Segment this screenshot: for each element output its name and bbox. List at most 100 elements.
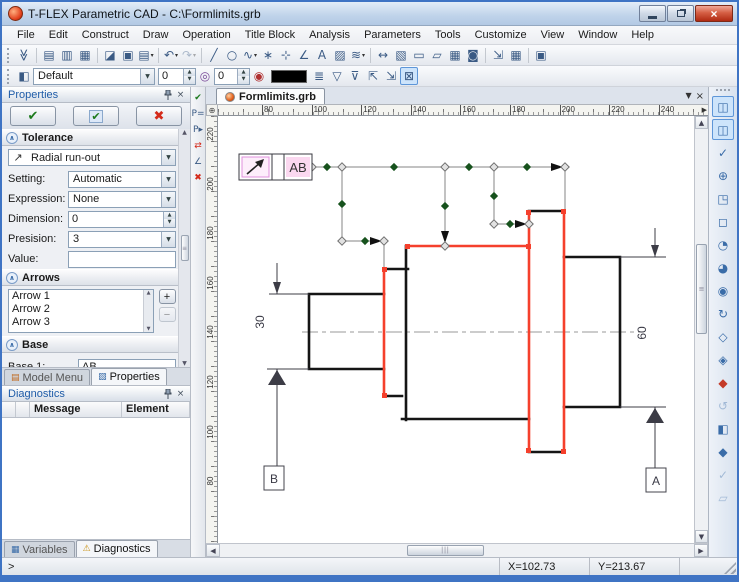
scroll-up-icon[interactable]: ▲ bbox=[695, 116, 708, 129]
dropdown-arrow-icon[interactable]: ▾ bbox=[151, 52, 154, 59]
spin-down-icon[interactable]: ▼ bbox=[238, 76, 249, 84]
color-picker-icon[interactable]: ◉ bbox=[250, 67, 268, 85]
base-section-header[interactable]: ∧Base bbox=[2, 336, 190, 353]
scroll-left-icon[interactable]: ◀ bbox=[206, 544, 220, 557]
arrows-list-scrollbar[interactable]: ▲▼ bbox=[143, 290, 153, 332]
node-markers[interactable] bbox=[324, 164, 531, 245]
chevron-down-icon[interactable]: ▼ bbox=[161, 172, 175, 187]
datum-a[interactable]: A bbox=[646, 408, 666, 492]
dropdown-arrow-icon[interactable]: ▾ bbox=[362, 52, 365, 59]
zoom-window-icon[interactable]: ◳ bbox=[712, 188, 734, 209]
minimize-button[interactable] bbox=[639, 5, 666, 22]
confirm-icon[interactable]: ✔ bbox=[191, 91, 205, 104]
pin-icon[interactable] bbox=[161, 388, 174, 400]
fragment-icon[interactable]: ▱ bbox=[428, 46, 446, 64]
redraw-icon[interactable]: ↻ bbox=[712, 303, 734, 324]
parameters-dialog-icon[interactable]: P= bbox=[191, 107, 205, 120]
menu-title-block[interactable]: Title Block bbox=[238, 27, 302, 43]
dropdown-arrow-icon[interactable]: ▾ bbox=[254, 52, 257, 59]
selection-filter-icon[interactable]: ⊠ bbox=[400, 67, 418, 85]
update-regenerate-icon[interactable]: ◫ bbox=[712, 96, 734, 117]
deselect-icon[interactable]: ⇲ bbox=[382, 67, 400, 85]
spin-down-icon[interactable]: ▼ bbox=[164, 219, 175, 227]
menu-draw[interactable]: Draw bbox=[136, 27, 176, 43]
form-dialog-icon[interactable]: ▣ bbox=[532, 46, 550, 64]
document-tab[interactable]: Formlimits.grb bbox=[216, 88, 325, 104]
pen-level-icon[interactable]: ◎ bbox=[196, 67, 214, 85]
close-document-icon[interactable]: × bbox=[696, 91, 704, 102]
toolbar-grip[interactable] bbox=[7, 69, 12, 84]
dropdown-arrow-icon[interactable]: ▾ bbox=[193, 52, 196, 59]
dimension-60[interactable]: 60 bbox=[620, 228, 666, 468]
menu-window[interactable]: Window bbox=[571, 27, 624, 43]
menu-edit[interactable]: Edit bbox=[42, 27, 75, 43]
tab-properties[interactable]: ▧Properties bbox=[91, 368, 167, 385]
menu-tools[interactable]: Tools bbox=[428, 27, 468, 43]
spin-down-icon[interactable]: ▼ bbox=[184, 76, 195, 84]
cancel-icon[interactable]: ✖ bbox=[191, 171, 205, 184]
toolbar-options-icon[interactable]: ≫ bbox=[15, 46, 33, 64]
filter-menu-icon[interactable]: ⊽ bbox=[346, 67, 364, 85]
pin-icon[interactable] bbox=[161, 89, 174, 101]
wireframe-icon[interactable]: ◇ bbox=[712, 326, 734, 347]
drawing-svg[interactable]: 30 60 B bbox=[218, 116, 694, 543]
add-arrow-button[interactable]: + bbox=[159, 289, 176, 304]
layer-list-icon[interactable]: ≣ bbox=[310, 67, 328, 85]
update-page-icon[interactable]: ◫ bbox=[712, 119, 734, 140]
tab-diagnostics[interactable]: ⚠Diagnostics bbox=[76, 540, 158, 557]
new-document-icon[interactable]: ▤ bbox=[40, 46, 58, 64]
chevron-down-icon[interactable]: ▼ bbox=[161, 150, 175, 165]
menu-view[interactable]: View bbox=[534, 27, 572, 43]
zoom-all-icon[interactable]: ◉ bbox=[712, 280, 734, 301]
collapse-icon[interactable]: ∧ bbox=[6, 272, 18, 284]
arrows-list[interactable]: Arrow 1Arrow 2Arrow 3▲▼ bbox=[8, 289, 154, 333]
snap-toggle-icon[interactable]: ✓ bbox=[712, 142, 734, 163]
hatch-icon[interactable]: ▨ bbox=[331, 46, 349, 64]
arrow-list-item[interactable]: Arrow 2 bbox=[9, 303, 153, 316]
tab-model-menu[interactable]: ▤Model Menu bbox=[4, 369, 90, 385]
setting-combo[interactable]: Automatic▼ bbox=[68, 171, 176, 188]
render-3d-icon[interactable]: ◆ bbox=[712, 441, 734, 462]
diagnostics-body[interactable] bbox=[2, 418, 190, 539]
section-view-icon[interactable]: ▭ bbox=[410, 46, 428, 64]
expression-combo[interactable]: None▼ bbox=[68, 191, 176, 208]
drawing-canvas[interactable]: 30 60 B bbox=[218, 116, 694, 543]
new-2d-window-icon[interactable]: ▥ bbox=[58, 46, 76, 64]
view-camera-icon[interactable]: ◙ bbox=[464, 46, 482, 64]
assembly-icon[interactable]: ▦ bbox=[446, 46, 464, 64]
draw-line-icon[interactable]: ╱ bbox=[205, 46, 223, 64]
menu-operation[interactable]: Operation bbox=[175, 27, 237, 43]
spin-up-icon[interactable]: ▲ bbox=[164, 212, 175, 220]
menu-parameters[interactable]: Parameters bbox=[357, 27, 428, 43]
measure-icon[interactable]: ◧ bbox=[712, 418, 734, 439]
scroll-down-icon[interactable]: ▼ bbox=[695, 530, 708, 543]
horizontal-scrollbar[interactable]: ◀ ||| ▶ bbox=[206, 543, 708, 557]
menu-help[interactable]: Help bbox=[624, 27, 661, 43]
scroll-right-icon[interactable]: ▶ bbox=[694, 544, 708, 557]
draw-spline-icon[interactable]: ∿▾ bbox=[241, 46, 259, 64]
menu-file[interactable]: File bbox=[10, 27, 42, 43]
fix-angle-icon[interactable]: ∠ bbox=[191, 155, 205, 168]
properties-scrollbar[interactable]: ▲≡▼ bbox=[178, 129, 190, 367]
ruler-scroll-right-icon[interactable]: ▶ bbox=[702, 106, 707, 114]
zoom-in-icon[interactable]: ⊕ bbox=[712, 165, 734, 186]
apply-changes-icon[interactable]: ◈ bbox=[712, 349, 734, 370]
select-parameter-icon[interactable]: P▸ bbox=[191, 123, 205, 136]
apply-button[interactable]: ✔ bbox=[10, 106, 56, 126]
dimension-icon[interactable]: ↔ bbox=[374, 46, 392, 64]
reverse-direction-icon[interactable]: ⇄ bbox=[191, 139, 205, 152]
datum-b[interactable]: B bbox=[264, 370, 286, 490]
apply-dialog-button[interactable]: ✔ bbox=[73, 106, 119, 126]
tab-list-icon[interactable]: ▼ bbox=[685, 91, 691, 102]
open-document-icon[interactable]: ◪ bbox=[101, 46, 119, 64]
menu-construct[interactable]: Construct bbox=[75, 27, 136, 43]
toolbar-grip[interactable] bbox=[716, 89, 730, 93]
arrow-list-item[interactable]: Arrow 3 bbox=[9, 316, 153, 329]
chevron-down-icon[interactable]: ▼ bbox=[140, 69, 154, 84]
precision-combo[interactable]: 3▼ bbox=[68, 231, 176, 248]
horizontal-ruler[interactable]: ▶80100120140160180200220240 bbox=[218, 104, 708, 116]
vertical-ruler[interactable]: 22020018016014012010080 bbox=[206, 116, 218, 543]
undo-icon[interactable]: ↶▾ bbox=[162, 46, 180, 64]
tolerance-section-header[interactable]: ∧Tolerance bbox=[2, 129, 190, 146]
discard-changes-icon[interactable]: ◆ bbox=[712, 372, 734, 393]
